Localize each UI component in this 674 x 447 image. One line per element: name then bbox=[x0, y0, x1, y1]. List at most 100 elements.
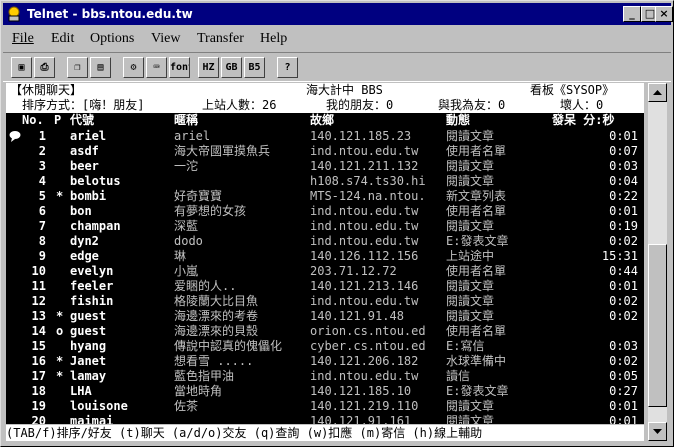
menu-help[interactable]: Help bbox=[260, 31, 287, 47]
user-action: E:寫信 bbox=[446, 339, 485, 353]
user-row[interactable]: 11 feeler 爱睏的人.. 140.121.213.146 閱讀文章 0:01 bbox=[6, 279, 644, 294]
close-button[interactable]: × bbox=[655, 6, 673, 22]
user-idle: 0:27 bbox=[609, 384, 638, 398]
user-idle: 0:03 bbox=[609, 159, 638, 173]
user-no: 20 bbox=[31, 414, 46, 424]
minimize-button[interactable]: _ bbox=[623, 6, 641, 22]
user-row[interactable]: 16 * Janet 想看雪 ..... 140.121.206.182 水球準備中 0:0… bbox=[6, 354, 644, 369]
col-nick: 暱稱 bbox=[174, 113, 199, 127]
header-right: 看板《SYSOP》 bbox=[530, 83, 615, 97]
user-from: 140.121.91.48 bbox=[310, 309, 404, 323]
user-nick: 想看雪 ..... bbox=[174, 354, 254, 368]
user-no: 14 bbox=[31, 324, 46, 338]
user-action: 閱讀文章 bbox=[446, 174, 495, 188]
scroll-thumb[interactable] bbox=[648, 244, 667, 407]
user-from: ind.ntou.edu.tw bbox=[310, 369, 419, 383]
user-id: asdf bbox=[70, 144, 99, 158]
user-no: 7 bbox=[38, 219, 46, 233]
user-row[interactable]: 15 hyang 傳說中認真的傀儡化 cyber.cs.ntou.ed E:寫信 0:03 bbox=[6, 339, 644, 354]
user-id: ariel bbox=[70, 129, 107, 143]
user-id: belotus bbox=[70, 174, 121, 188]
user-nick: 當地時角 bbox=[174, 384, 223, 398]
user-row[interactable]: 13 * guest 海邊漂來的考卷 140.121.91.48 閱讀文章 0:02 bbox=[6, 309, 644, 324]
user-id: LHA bbox=[70, 384, 92, 398]
hz-encoding-button[interactable]: HZ bbox=[198, 57, 219, 78]
menu-edit[interactable]: Edit bbox=[51, 31, 74, 47]
user-action: 閱讀文章 bbox=[446, 129, 495, 143]
user-id: champan bbox=[70, 219, 121, 233]
user-action: 使用者名單 bbox=[446, 264, 507, 278]
user-action: 使用者名單 bbox=[446, 144, 507, 158]
user-p: * bbox=[56, 369, 64, 383]
user-no: 16 bbox=[31, 354, 46, 368]
user-from: 140.126.112.156 bbox=[310, 249, 419, 263]
menu-file[interactable]: File bbox=[12, 31, 34, 47]
user-id: edge bbox=[70, 249, 99, 263]
user-idle: 0:01 bbox=[609, 399, 638, 413]
keyboard-icon[interactable]: ⌨ bbox=[146, 57, 167, 78]
font-icon[interactable]: font bbox=[169, 57, 190, 78]
b5-encoding-button[interactable]: B5 bbox=[244, 57, 265, 78]
user-row[interactable]: 9 edge 琳 140.126.112.156 上站途中 15:31 bbox=[6, 249, 644, 264]
col-no: No. bbox=[22, 113, 44, 127]
user-row[interactable]: 5 * bombi 好奇寶寶 MTS-124.na.ntou. 新文章列表 0:22 bbox=[6, 189, 644, 204]
menu-bar: File Edit Options View Transfer Help bbox=[3, 28, 671, 50]
paste-icon[interactable]: ▤ bbox=[90, 57, 111, 78]
user-from: 140.121.91.161 bbox=[310, 414, 412, 424]
user-row[interactable]: 3 beer 一沱 140.121.211.132 閱讀文章 0:03 bbox=[6, 159, 644, 174]
terminal-screen[interactable]: 【休閒聊天】 海大計中 BBS 看板《SYSOP》 排序方式：[嗨！朋友] 上站… bbox=[6, 83, 644, 424]
user-idle: 0:02 bbox=[609, 354, 638, 368]
user-row[interactable]: 18 LHA 當地時角 140.121.185.10 E:發表文章 0:27 bbox=[6, 384, 644, 399]
help-icon[interactable]: ? bbox=[277, 57, 298, 78]
user-action: 閱讀文章 bbox=[446, 219, 495, 233]
title-bar[interactable]: Telnet - bbs.ntou.edu.tw _ □ × bbox=[3, 3, 673, 25]
user-from: h108.s74.ts30.hi bbox=[310, 174, 426, 188]
user-id: lamay bbox=[70, 369, 107, 383]
arrow-down-icon bbox=[653, 429, 662, 434]
user-row[interactable]: 10 evelyn 小嵐 203.71.12.72 使用者名單 0:44 bbox=[6, 264, 644, 279]
user-row[interactable]: 2 asdf 海大帝國軍摸魚兵 ind.ntou.edu.tw 使用者名單 0:07 bbox=[6, 144, 644, 159]
vertical-scrollbar[interactable] bbox=[648, 83, 667, 441]
user-row[interactable]: 7 champan 深藍 ind.ntou.edu.tw 閱讀文章 0:19 bbox=[6, 219, 644, 234]
user-id: hyang bbox=[70, 339, 107, 353]
user-id: maimai bbox=[70, 414, 114, 424]
copy-icon[interactable]: ❐ bbox=[67, 57, 88, 78]
gb-encoding-button[interactable]: GB bbox=[221, 57, 242, 78]
user-row[interactable]: 4 belotus h108.s74.ts30.hi 閱讀文章 0:04 bbox=[6, 174, 644, 189]
user-row[interactable]: 20 maimai 140.121.91.161 閱讀文章 0:01 bbox=[6, 414, 644, 424]
user-idle: 0:44 bbox=[609, 264, 638, 278]
user-action: 閱讀文章 bbox=[446, 159, 495, 173]
user-row[interactable]: 17 * lamay 藍色指甲油 ind.ntou.edu.tw 讀信 0:05 bbox=[6, 369, 644, 384]
settings-icon[interactable]: ⚙ bbox=[123, 57, 144, 78]
user-no: 3 bbox=[38, 159, 46, 173]
user-row[interactable]: 1 ariel ariel 140.121.185.23 閱讀文章 0:01 bbox=[6, 129, 644, 144]
user-no: 15 bbox=[31, 339, 46, 353]
user-no: 4 bbox=[38, 174, 46, 188]
telnet-app-icon bbox=[8, 6, 20, 22]
user-idle: 0:02 bbox=[609, 309, 638, 323]
print-icon[interactable]: ⎙ bbox=[34, 57, 55, 78]
column-header: No. P 代號 暱稱 故鄉 動態 發呆 分:秒 bbox=[6, 113, 644, 128]
menu-transfer[interactable]: Transfer bbox=[197, 31, 244, 47]
copy-screen-icon[interactable]: ▣ bbox=[11, 57, 32, 78]
user-row[interactable]: 14 o guest 海邊漂來的貝殼 orion.cs.ntou.ed 使用者名單 bbox=[6, 324, 644, 339]
menu-options[interactable]: Options bbox=[90, 31, 134, 47]
scroll-up-button[interactable] bbox=[648, 83, 667, 102]
user-action: 使用者名單 bbox=[446, 324, 507, 338]
user-idle: 0:02 bbox=[609, 234, 638, 248]
user-row[interactable]: 12 fishin 格陵蘭大比目魚 ind.ntou.edu.tw 閱讀文章 0:02 bbox=[6, 294, 644, 309]
scroll-down-button[interactable] bbox=[648, 422, 667, 441]
menu-view[interactable]: View bbox=[151, 31, 180, 47]
user-from: 203.71.12.72 bbox=[310, 264, 397, 278]
user-idle: 0:19 bbox=[609, 219, 638, 233]
user-row[interactable]: 6 bon 有夢想的女孩 ind.ntou.edu.tw 使用者名單 0:01 bbox=[6, 204, 644, 219]
user-nick: 琳 bbox=[174, 249, 187, 263]
user-from: MTS-124.na.ntou. bbox=[310, 189, 426, 203]
user-nick: 小嵐 bbox=[174, 264, 199, 278]
user-from: ind.ntou.edu.tw bbox=[310, 144, 419, 158]
user-id: evelyn bbox=[70, 264, 114, 278]
user-row[interactable]: 8 dyn2 dodo ind.ntou.edu.tw E:發表文章 0:02 bbox=[6, 234, 644, 249]
user-from: 140.121.206.182 bbox=[310, 354, 419, 368]
user-from: 140.121.185.23 bbox=[310, 129, 412, 143]
user-row[interactable]: 19 louisone 佐茶 140.121.219.110 閱讀文章 0:01 bbox=[6, 399, 644, 414]
